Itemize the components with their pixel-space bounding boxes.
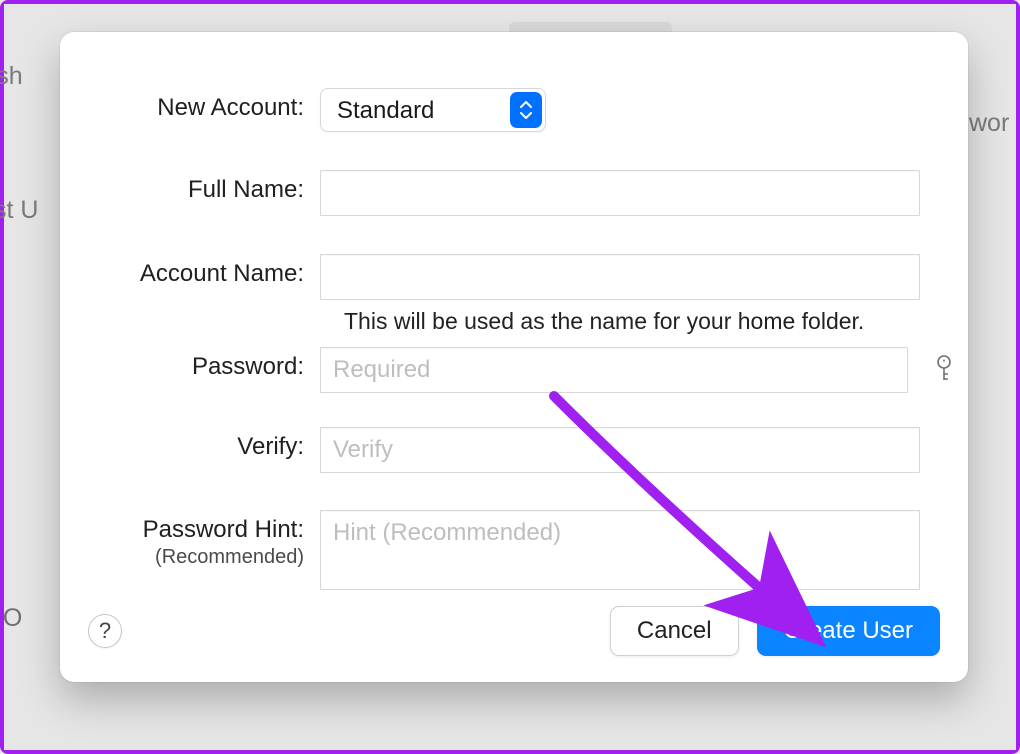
full-name-input[interactable] (320, 170, 920, 216)
password-hint-input[interactable] (320, 510, 920, 590)
key-icon[interactable] (930, 349, 958, 389)
password-label: Password: (60, 347, 320, 381)
verify-input[interactable] (320, 427, 920, 473)
account-name-label: Account Name: (60, 254, 320, 288)
cancel-button[interactable]: Cancel (610, 606, 739, 656)
new-account-label: New Account: (60, 88, 320, 122)
password-input[interactable] (320, 347, 908, 393)
popup-arrows-icon (510, 92, 542, 128)
verify-label: Verify: (60, 427, 320, 461)
bg-left-user: rush n (0, 62, 23, 120)
bg-left-guest-user: st U (0, 196, 38, 225)
help-button[interactable]: ? (88, 614, 122, 648)
full-name-label: Full Name: (60, 170, 320, 204)
account-name-hint: This will be used as the name for your h… (320, 308, 920, 335)
create-user-sheet: New Account: Standard Full Name: Account… (60, 32, 968, 682)
create-user-button[interactable]: Create User (757, 606, 940, 656)
password-hint-label: Password Hint: (Recommended) (60, 510, 320, 569)
account-name-input[interactable] (320, 254, 920, 300)
bg-login-options: n O (0, 604, 22, 633)
